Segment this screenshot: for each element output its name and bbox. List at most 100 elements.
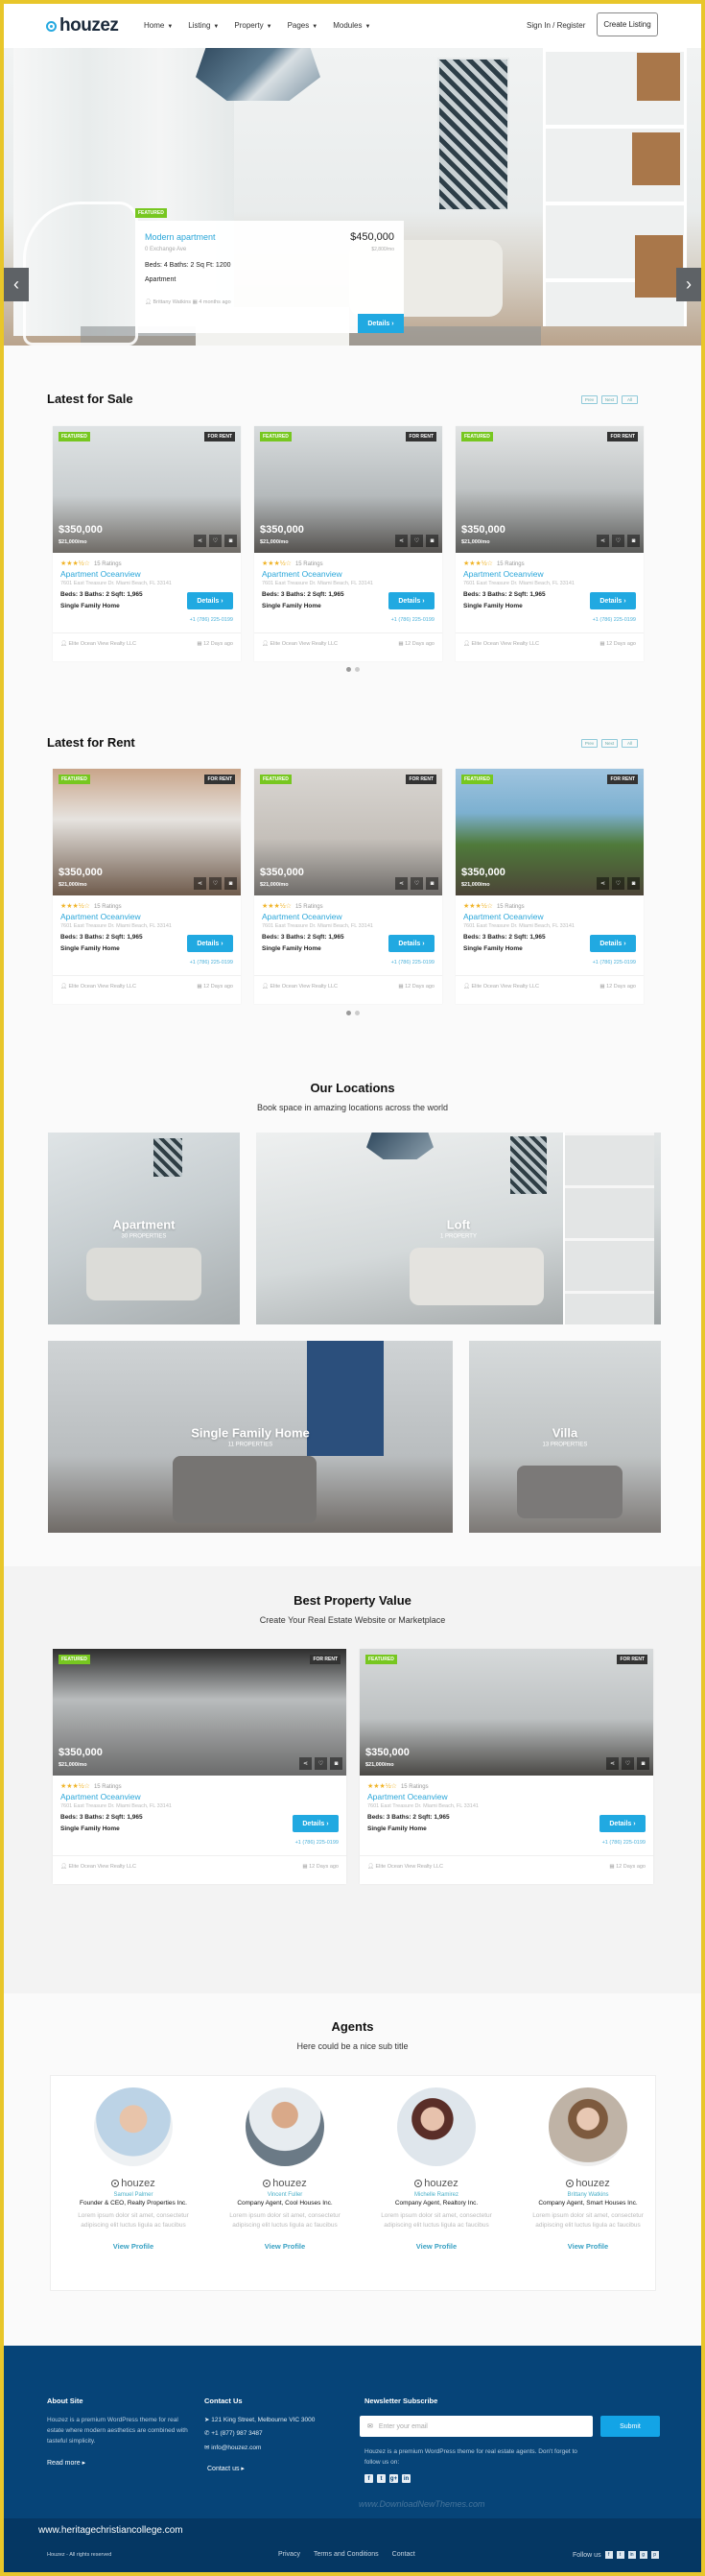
contact-email[interactable]: ✉ info@houzez.com <box>204 2442 315 2455</box>
agent-name[interactable]: Samuel Palmer <box>66 2192 200 2198</box>
nav-modules[interactable]: Modules ▼ <box>333 21 370 30</box>
agent-name[interactable]: Michelle Ramirez <box>369 2192 504 2198</box>
share-icon[interactable]: ⋖ <box>606 1757 619 1770</box>
property-title[interactable]: Apartment Oceanview <box>367 1792 448 1801</box>
share-icon[interactable]: ⋖ <box>597 877 609 890</box>
property-image[interactable]: Featured For Rent $350,000 $21,000/mo ⋖ … <box>456 769 644 895</box>
view-profile-link[interactable]: View Profile <box>218 2242 352 2251</box>
avatar[interactable] <box>549 2087 627 2166</box>
agent-phone[interactable]: +1 (786) 225-0199 <box>190 960 233 966</box>
agent-phone[interactable]: +1 (786) 225-0199 <box>602 1840 646 1846</box>
agent-phone[interactable]: +1 (786) 225-0199 <box>593 617 636 623</box>
nav-listing[interactable]: Listing ▼ <box>188 21 219 30</box>
privacy-link[interactable]: Privacy <box>278 2551 300 2558</box>
heart-icon[interactable]: ♡ <box>612 535 624 547</box>
property-title[interactable]: Apartment Oceanview <box>60 569 141 579</box>
camera-icon[interactable]: ◙ <box>426 535 438 547</box>
agent-phone[interactable]: +1 (786) 225-0199 <box>190 617 233 623</box>
details-button[interactable]: Details › <box>599 1815 646 1832</box>
google-plus-icon[interactable]: g+ <box>389 2474 398 2483</box>
share-icon[interactable]: ⋖ <box>395 535 408 547</box>
nav-property[interactable]: Property ▼ <box>234 21 271 30</box>
property-image[interactable]: Featured For Rent $350,000 $21,000/mo ⋖ … <box>53 1649 346 1776</box>
agent-name[interactable]: Vincent Fuller <box>218 2192 352 2198</box>
heart-icon[interactable]: ♡ <box>411 535 423 547</box>
share-icon[interactable]: ⋖ <box>597 535 609 547</box>
terms-link[interactable]: Terms and Conditions <box>314 2551 379 2558</box>
location-tile-loft[interactable]: Loft 1 Property <box>256 1133 661 1324</box>
linkedin-icon[interactable]: in <box>402 2474 411 2483</box>
details-button[interactable]: Details › <box>590 592 636 609</box>
twitter-icon[interactable]: t <box>616 2551 624 2559</box>
property-title[interactable]: Apartment Oceanview <box>262 912 342 921</box>
property-title[interactable]: Apartment Oceanview <box>60 1792 141 1801</box>
heart-icon[interactable]: ♡ <box>209 877 222 890</box>
view-profile-link[interactable]: View Profile <box>521 2242 655 2251</box>
nav-home[interactable]: Home ▼ <box>144 21 173 30</box>
avatar[interactable] <box>397 2087 476 2166</box>
hero-details-button[interactable]: Details › <box>358 314 404 333</box>
camera-icon[interactable]: ◙ <box>224 535 237 547</box>
heart-icon[interactable]: ♡ <box>209 535 222 547</box>
share-icon[interactable]: ⋖ <box>194 877 206 890</box>
next-button[interactable]: Next <box>601 395 618 404</box>
view-profile-link[interactable]: View Profile <box>66 2242 200 2251</box>
camera-icon[interactable]: ◙ <box>330 1757 342 1770</box>
pinterest-icon[interactable]: p <box>650 2551 659 2559</box>
view-profile-link[interactable]: View Profile <box>369 2242 504 2251</box>
share-icon[interactable]: ⋖ <box>299 1757 312 1770</box>
carousel-dot[interactable] <box>355 667 360 672</box>
carousel-dot[interactable] <box>346 667 351 672</box>
heart-icon[interactable]: ♡ <box>622 1757 634 1770</box>
avatar[interactable] <box>246 2087 324 2166</box>
property-image[interactable]: Featured For Rent $350,000 $21,000/mo ⋖ … <box>360 1649 653 1776</box>
heart-icon[interactable]: ♡ <box>612 877 624 890</box>
carousel-dot[interactable] <box>346 1011 351 1015</box>
details-button[interactable]: Details › <box>293 1815 339 1832</box>
nav-pages[interactable]: Pages ▼ <box>288 21 318 30</box>
create-listing-button[interactable]: Create Listing <box>597 12 658 36</box>
logo[interactable]: houzez <box>46 15 119 36</box>
property-title[interactable]: Apartment Oceanview <box>60 912 141 921</box>
contact-link[interactable]: Contact <box>392 2551 415 2558</box>
next-button[interactable]: Next <box>601 739 618 748</box>
hero-property-title[interactable]: Modern apartment <box>145 232 216 242</box>
share-icon[interactable]: ⋖ <box>194 535 206 547</box>
hero-prev-arrow[interactable]: ‹ <box>4 268 29 301</box>
share-icon[interactable]: ⋖ <box>395 877 408 890</box>
hero-next-arrow[interactable]: › <box>676 268 701 301</box>
prev-button[interactable]: Prev <box>581 739 598 748</box>
location-tile-apartment[interactable]: Apartment 30 Properties <box>48 1133 240 1324</box>
facebook-icon[interactable]: f <box>364 2474 373 2483</box>
agent-phone[interactable]: +1 (786) 225-0199 <box>295 1840 339 1846</box>
camera-icon[interactable]: ◙ <box>637 1757 649 1770</box>
property-image[interactable]: Featured For Rent $350,000 $21,000/mo ⋖ … <box>254 769 442 895</box>
property-image[interactable]: Featured For Rent $350,000 $21,000/mo ⋖ … <box>254 426 442 553</box>
sign-in-link[interactable]: Sign In / Register <box>527 21 585 30</box>
property-image[interactable]: Featured For Rent $350,000 $21,000/mo ⋖ … <box>53 426 241 553</box>
avatar[interactable] <box>94 2087 173 2166</box>
location-tile-single-family-home[interactable]: Single Family Home 11 Properties <box>48 1341 453 1533</box>
camera-icon[interactable]: ◙ <box>426 877 438 890</box>
twitter-icon[interactable]: t <box>377 2474 386 2483</box>
agent-phone[interactable]: +1 (786) 225-0199 <box>391 617 435 623</box>
facebook-icon[interactable]: f <box>604 2551 613 2559</box>
agent-name[interactable]: Brittany Watkins <box>521 2192 655 2198</box>
contact-us-link[interactable]: Contact us ▸ <box>207 2465 245 2472</box>
camera-icon[interactable]: ◙ <box>627 535 640 547</box>
camera-icon[interactable]: ◙ <box>627 877 640 890</box>
all-button[interactable]: All <box>622 395 638 404</box>
carousel-dot[interactable] <box>355 1011 360 1015</box>
details-button[interactable]: Details › <box>187 935 233 952</box>
details-button[interactable]: Details › <box>388 935 435 952</box>
prev-button[interactable]: Prev <box>581 395 598 404</box>
heart-icon[interactable]: ♡ <box>315 1757 327 1770</box>
agent-phone[interactable]: +1 (786) 225-0199 <box>593 960 636 966</box>
newsletter-submit-button[interactable]: Submit <box>600 2416 660 2437</box>
heart-icon[interactable]: ♡ <box>411 877 423 890</box>
details-button[interactable]: Details › <box>590 935 636 952</box>
linkedin-icon[interactable]: in <box>627 2551 636 2559</box>
details-button[interactable]: Details › <box>388 592 435 609</box>
location-tile-villa[interactable]: Villa 13 Properties <box>469 1341 661 1533</box>
newsletter-email-input[interactable]: ✉ Enter your email <box>360 2416 593 2437</box>
